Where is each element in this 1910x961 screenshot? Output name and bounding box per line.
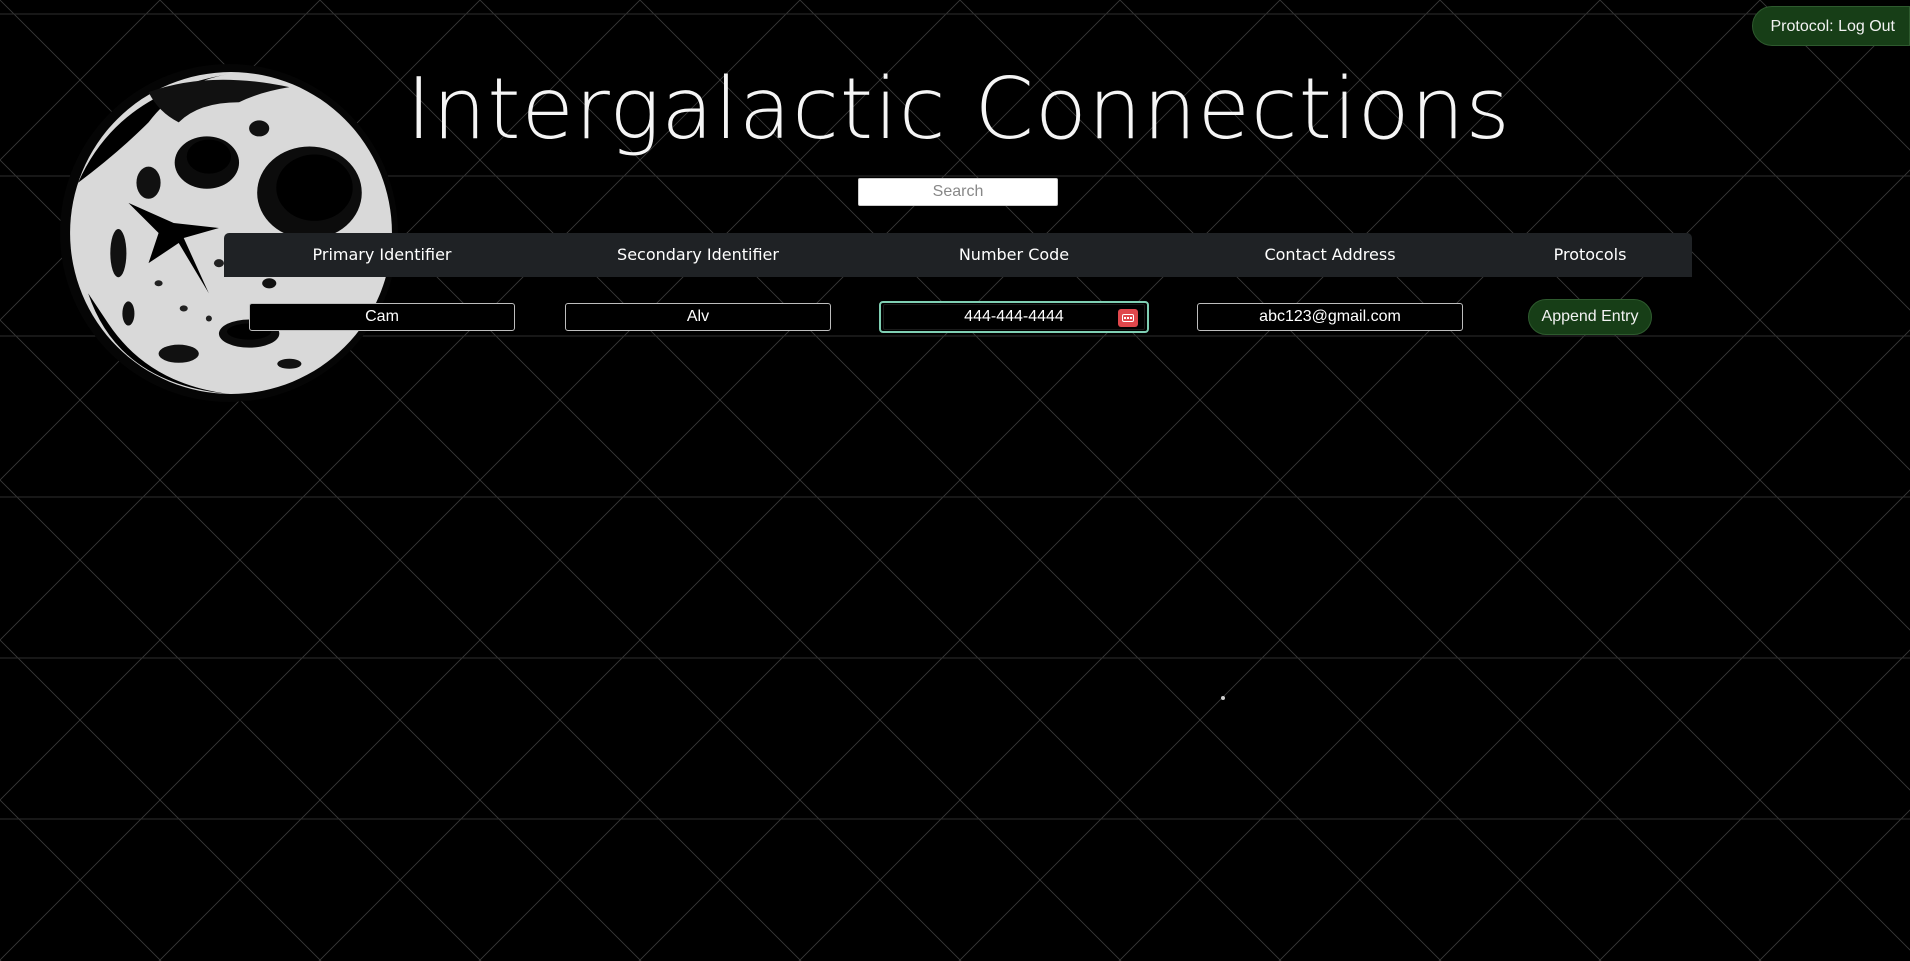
contacts-table: Primary Identifier Secondary Identifier … bbox=[224, 233, 1692, 357]
cell-secondary bbox=[540, 303, 856, 331]
entry-row: Append Entry bbox=[224, 277, 1692, 357]
number-code-input[interactable] bbox=[883, 304, 1145, 330]
cell-email bbox=[1172, 303, 1488, 331]
page-title: Intergalactic Connections bbox=[406, 60, 1511, 159]
append-entry-button[interactable]: Append Entry bbox=[1527, 299, 1653, 335]
secondary-identifier-input[interactable] bbox=[565, 303, 831, 331]
password-manager-autofill-icon[interactable] bbox=[1118, 309, 1138, 327]
cell-number bbox=[856, 301, 1172, 333]
header-number-code: Number Code bbox=[958, 245, 1070, 264]
search-input[interactable] bbox=[858, 178, 1058, 206]
header-secondary-identifier: Secondary Identifier bbox=[617, 245, 779, 264]
header-protocols: Protocols bbox=[1553, 245, 1627, 264]
number-code-field bbox=[879, 301, 1149, 333]
cell-protocols: Append Entry bbox=[1488, 299, 1692, 335]
cell-primary bbox=[224, 303, 540, 331]
contact-address-input[interactable] bbox=[1197, 303, 1463, 331]
header-contact-address: Contact Address bbox=[1264, 245, 1396, 264]
header-primary-identifier: Primary Identifier bbox=[312, 245, 452, 264]
table-header: Primary Identifier Secondary Identifier … bbox=[224, 233, 1692, 277]
cursor-dot bbox=[1221, 696, 1225, 700]
app-page: Protocol: Log Out Intergalactic Connecti… bbox=[0, 0, 1910, 961]
primary-identifier-input[interactable] bbox=[249, 303, 515, 331]
logout-button[interactable]: Protocol: Log Out bbox=[1752, 6, 1910, 46]
